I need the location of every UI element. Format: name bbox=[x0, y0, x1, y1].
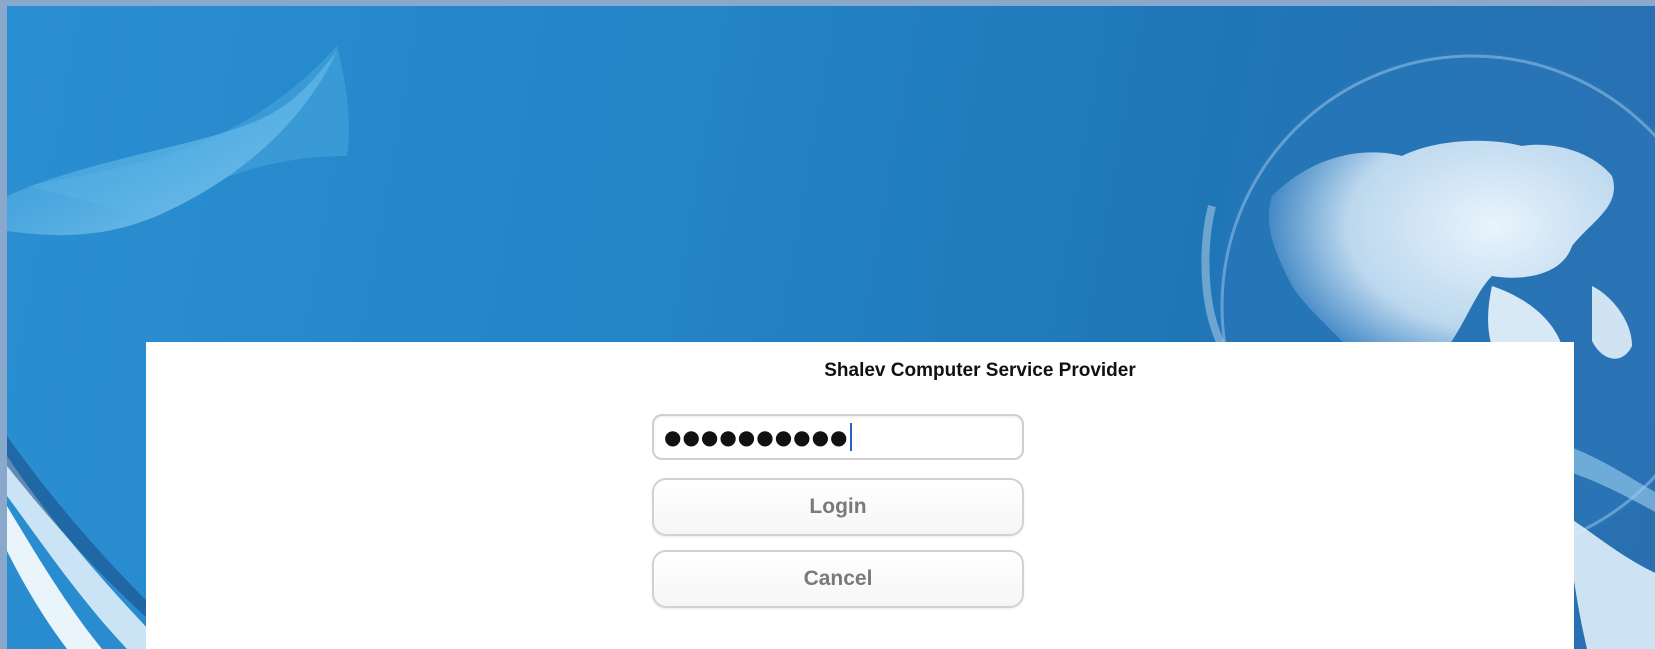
dialog-title: Shalev Computer Service Provider bbox=[824, 360, 1136, 381]
cancel-button[interactable]: Cancel bbox=[652, 550, 1024, 608]
login-panel: Shalev Computer Service Provider ●●●●●●●… bbox=[146, 342, 1574, 649]
window-border-left bbox=[0, 0, 7, 649]
text-caret bbox=[849, 423, 852, 451]
login-background: Shalev Computer Service Provider ●●●●●●●… bbox=[7, 6, 1655, 649]
password-input[interactable]: ●●●●●●●●●● bbox=[652, 414, 1024, 460]
wave-decoration bbox=[7, 46, 349, 236]
login-button[interactable]: Login bbox=[652, 478, 1024, 536]
streak-decoration bbox=[1567, 446, 1655, 649]
password-value: ●●●●●●●●●● bbox=[664, 425, 849, 449]
